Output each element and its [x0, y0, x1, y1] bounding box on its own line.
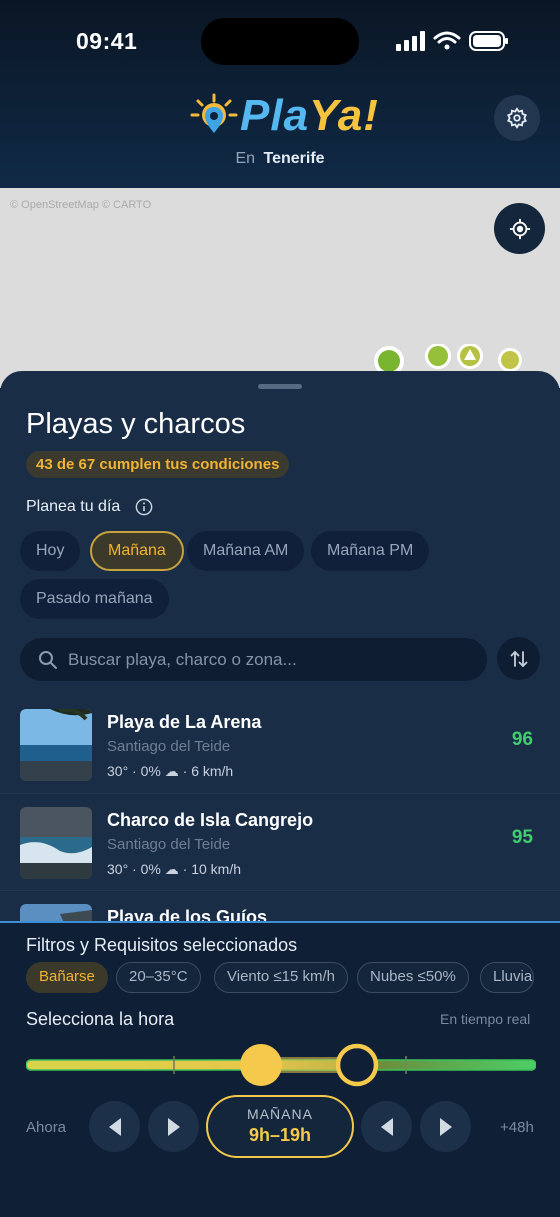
beach-thumbnail	[20, 904, 92, 921]
beach-row[interactable]: Playa de La Arena Santiago del Teide 30°…	[0, 696, 560, 793]
status-icons	[396, 31, 508, 51]
sort-arrows-icon	[510, 650, 527, 667]
logo-text-ya: Ya!	[309, 91, 379, 140]
beach-name: Playa de los Guíos	[107, 907, 268, 921]
map-attribution: © OpenStreetMap © CARTO	[10, 199, 152, 211]
end-forward-button[interactable]	[420, 1101, 471, 1152]
sheet-grabber[interactable]	[258, 384, 302, 389]
beach-rain: 0%	[140, 763, 161, 779]
filter-chip-clouds[interactable]: Nubes ≤50%	[357, 962, 469, 993]
cloud-icon: ☁	[164, 763, 179, 779]
status-time: 09:41	[76, 28, 138, 54]
beach-temp: 30°	[107, 763, 129, 779]
matches-count-badge: 43 de 67 cumplen tus condiciones	[26, 451, 290, 478]
slider-end-handle	[335, 1043, 379, 1087]
search-input[interactable]	[68, 649, 468, 670]
beach-wind: 6 km/h	[191, 763, 234, 779]
beach-rain: 0%	[140, 861, 161, 877]
triangle-right-icon	[439, 1117, 452, 1136]
sun-pin-icon	[190, 93, 238, 133]
slider-start-label: Ahora	[26, 1119, 67, 1136]
beach-score: 96	[511, 729, 533, 750]
gear-icon	[507, 107, 527, 129]
day-chip-pasado-manana[interactable]: Pasado mañana	[20, 579, 169, 619]
triangle-right-icon	[167, 1117, 180, 1136]
day-chip-hoy[interactable]: Hoy	[20, 531, 81, 571]
beach-weather: 30° · 0% ☁ · 6 km/h	[107, 763, 234, 779]
triangle-left-icon	[108, 1117, 121, 1136]
filter-chip-rain[interactable]: Lluvia	[480, 962, 534, 993]
selected-hours: 9h–19h	[248, 1125, 312, 1145]
triangle-left-icon	[380, 1117, 393, 1136]
realtime-label[interactable]: En tiempo real	[440, 1011, 530, 1027]
dynamic-island	[201, 18, 359, 65]
start-forward-button[interactable]	[148, 1101, 199, 1152]
beach-row[interactable]: Playa de los Guíos	[0, 891, 560, 921]
beach-name: Charco de Isla Cangrejo	[107, 810, 314, 830]
beach-wind: 10 km/h	[191, 861, 242, 877]
beach-name: Playa de La Arena	[107, 712, 262, 732]
hour-title: Selecciona la hora	[26, 1009, 175, 1029]
logo-text-pla: Pla	[240, 91, 310, 140]
search-bar[interactable]	[20, 638, 487, 681]
beach-weather: 30° · 0% ☁ · 10 km/h	[107, 861, 242, 877]
wifi-icon	[433, 31, 461, 50]
settings-button[interactable]	[494, 95, 540, 141]
location-name: Tenerife	[263, 150, 325, 167]
crosshair-icon	[509, 218, 530, 239]
playa-logo: PlaYa!	[190, 91, 378, 141]
cloud-icon: ☁	[164, 861, 179, 877]
beach-area: Santiago del Teide	[107, 836, 231, 853]
start-back-button[interactable]	[89, 1101, 140, 1152]
day-chip-manana-am[interactable]: Mañana AM	[187, 531, 305, 571]
plan-day-label: Planea tu día	[26, 498, 121, 515]
info-icon[interactable]	[135, 498, 153, 516]
battery-icon	[469, 31, 508, 51]
slider-start-handle	[240, 1044, 282, 1086]
beach-thumbnail	[20, 709, 92, 781]
map-pins[interactable]	[372, 344, 528, 374]
filter-chip-banarse[interactable]: Bañarse	[26, 962, 108, 993]
end-back-button[interactable]	[361, 1101, 412, 1152]
locate-me-button[interactable]	[494, 203, 545, 254]
day-chip-manana-pm[interactable]: Mañana PM	[311, 531, 430, 571]
beach-score: 95	[511, 827, 533, 848]
sort-button[interactable]	[497, 637, 540, 680]
location-line: En Tenerife	[0, 150, 560, 168]
selected-window-pill[interactable]: MAÑANA 9h–19h	[206, 1095, 354, 1158]
slider-end-label: +48h	[500, 1119, 534, 1136]
filter-chip-wind[interactable]: Viento ≤15 km/h	[214, 962, 349, 993]
filter-chip-temperature[interactable]: 20–35°C	[116, 962, 201, 993]
filters-title: Filtros y Requisitos seleccionados	[26, 935, 298, 955]
selected-day: MAÑANA	[247, 1106, 313, 1122]
signal-icon	[396, 31, 425, 51]
beach-temp: 30°	[107, 861, 129, 877]
beach-row[interactable]: Charco de Isla Cangrejo Santiago del Tei…	[0, 794, 560, 891]
location-prefix: En	[235, 150, 256, 167]
search-icon	[39, 650, 57, 669]
beach-thumbnail	[20, 807, 92, 879]
beach-area: Santiago del Teide	[107, 738, 231, 755]
day-chip-manana[interactable]: Mañana	[90, 531, 184, 571]
hour-range-slider[interactable]	[26, 1040, 536, 1090]
sheet-title: Playas y charcos	[26, 408, 246, 440]
